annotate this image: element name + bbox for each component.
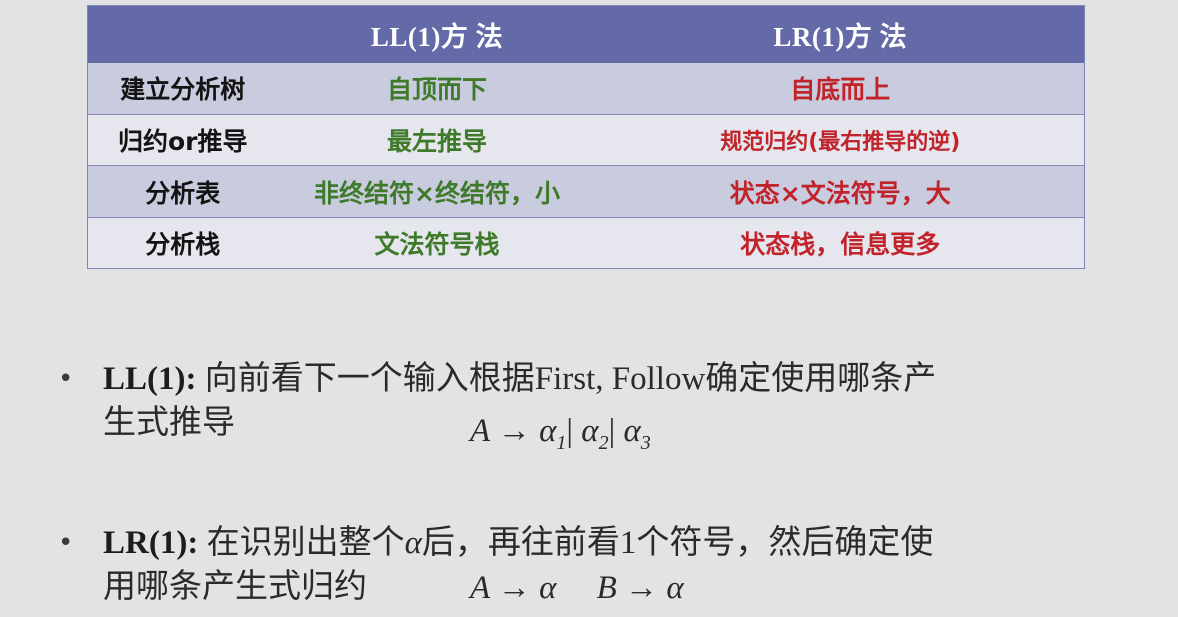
lr1-formula: A → α B → α — [470, 570, 684, 606]
bullet-text: 在识别出整个 — [198, 525, 405, 561]
comparison-table: LL(1)方 法 LR(1)方 法 建立分析树 自顶而下 自底而上 归约or推导… — [87, 5, 1085, 269]
header-empty-cell — [88, 6, 278, 63]
bullet-marker: • — [58, 364, 74, 394]
header-ll1: LL(1)方 法 — [370, 21, 504, 52]
bullet-label: LR(1): — [103, 525, 199, 561]
ll1-formula: A → α1| α2| α3 — [470, 413, 651, 454]
lr-cell: 状态栈，信息更多 — [596, 217, 1085, 269]
slide: LL(1)方 法 LR(1)方 法 建立分析树 自顶而下 自底而上 归约or推导… — [0, 0, 1178, 617]
table-row: 分析表 非终结符×终结符，小 状态×文法符号，大 — [87, 165, 1085, 218]
alpha-symbol: α — [404, 525, 422, 561]
bullet-label: LL(1): — [103, 361, 197, 397]
row-label: 归约or推导 — [87, 114, 278, 166]
table-row: 归约or推导 最左推导 规范归约(最右推导的逆) — [87, 114, 1085, 166]
bullet-text: 后，再往前看1个符号，然后确定使 — [421, 525, 934, 561]
lr-cell: 规范归约(最右推导的逆) — [596, 114, 1085, 166]
table-row: 分析栈 文法符号栈 状态栈，信息更多 — [87, 217, 1085, 269]
ll-cell: 自顶而下 — [386, 75, 487, 105]
ll-cell: 最左推导 — [277, 114, 597, 166]
table-row: 建立分析树 自顶而下 自底而上 — [87, 62, 1085, 115]
ll-cell: 非终结符×终结符，小 — [277, 165, 597, 218]
row-label: 分析栈 — [87, 217, 278, 269]
table-header-row: LL(1)方 法 LR(1)方 法 — [87, 5, 1085, 63]
row-label: 分析表 — [87, 165, 278, 218]
bullet-text: 向前看下一个输入根据First, Follow确定使用哪条产 — [196, 361, 937, 397]
bullet-marker: • — [58, 528, 74, 558]
header-lr1: LR(1)方 法 — [773, 21, 908, 52]
ll-cell: 文法符号栈 — [277, 217, 597, 269]
lr-cell: 状态×文法符号，大 — [596, 165, 1085, 218]
lr-cell: 自底而上 — [790, 75, 891, 105]
row-label: 建立分析树 — [120, 75, 246, 105]
